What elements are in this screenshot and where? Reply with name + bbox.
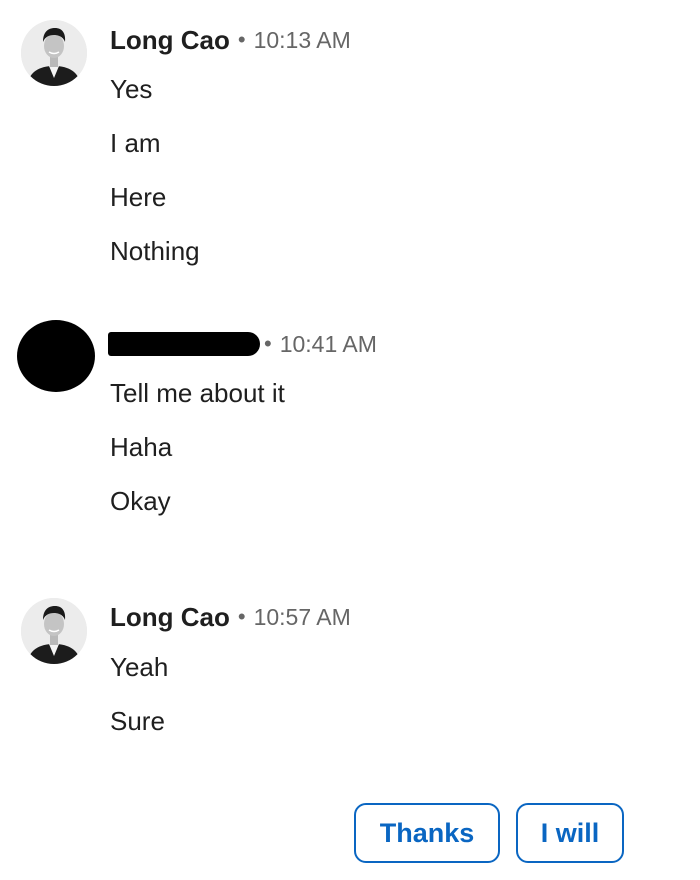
message-line: Yeah xyxy=(110,652,169,682)
quick-reply-thanks-button[interactable]: Thanks xyxy=(354,803,500,863)
message-group: Long Cao • 10:57 AM Yeah Sure xyxy=(0,598,700,748)
message-thread: Long Cao • 10:13 AM Yes I am Here Nothin… xyxy=(0,0,700,880)
message-line: Here xyxy=(110,182,167,212)
redacted-sender-name xyxy=(108,332,260,356)
timestamp: 10:41 AM xyxy=(279,330,377,357)
message-line: Sure xyxy=(110,706,165,736)
avatar[interactable] xyxy=(21,20,87,86)
message-line: Haha xyxy=(110,432,173,462)
separator-dot: • xyxy=(264,331,272,356)
message-group: Long Cao • 10:13 AM Yes I am Here Nothin… xyxy=(0,20,700,280)
person-photo-icon xyxy=(21,598,87,664)
sender-name[interactable]: Long Cao xyxy=(110,25,230,56)
redacted-avatar-icon xyxy=(17,320,95,392)
separator-dot: • xyxy=(237,27,246,52)
message-line: I am xyxy=(110,128,161,158)
timestamp: 10:13 AM xyxy=(253,26,351,53)
message-line: Nothing xyxy=(110,236,200,266)
person-photo-icon xyxy=(21,20,87,86)
message-header: Long Cao • 10:57 AM xyxy=(110,602,351,632)
sender-name[interactable]: Long Cao xyxy=(110,602,230,633)
message-line: Yes xyxy=(110,74,153,104)
message-header: Long Cao • 10:13 AM xyxy=(110,25,351,55)
avatar[interactable] xyxy=(21,598,87,664)
message-line: Tell me about it xyxy=(110,378,285,408)
message-header: • 10:41 AM xyxy=(108,329,377,359)
message-line: Okay xyxy=(110,486,171,516)
timestamp: 10:57 AM xyxy=(253,603,351,630)
separator-dot: • xyxy=(237,604,246,629)
message-group: • 10:41 AM Tell me about it Haha Okay xyxy=(0,320,700,530)
quick-reply-i-will-button[interactable]: I will xyxy=(516,803,624,863)
